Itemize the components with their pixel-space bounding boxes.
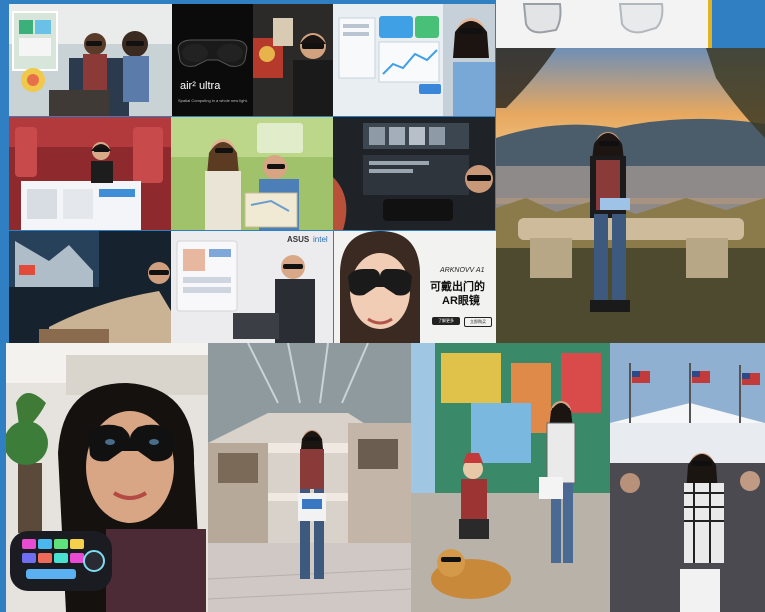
photo-glasses-product-white bbox=[496, 0, 708, 48]
photo-asus-businessman-ad: ASUS intel bbox=[171, 231, 333, 343]
air-ultra-logo: air² ultra bbox=[180, 80, 221, 92]
arknovv-primary-button: 了解更多 bbox=[432, 317, 460, 325]
photo-car-dashboard-ar bbox=[333, 117, 495, 230]
asus-brand-label: ASUS bbox=[287, 235, 310, 244]
frame-accent-yellow bbox=[708, 0, 712, 48]
arknovv-headline-2: AR眼镜 bbox=[442, 295, 480, 307]
photo-woman-mall-atrium bbox=[208, 343, 411, 612]
photo-woman-train-seats bbox=[9, 117, 171, 230]
photo-air-ultra-ad: air² ultra Spatial Computing in a whole … bbox=[172, 4, 253, 116]
photo-street-mural-dog bbox=[411, 343, 610, 612]
photo-man-in-glasses-dark-room bbox=[253, 4, 333, 116]
photo-woman-dashboard-interface bbox=[333, 4, 495, 116]
arknovv-secondary-button: 立即购买 bbox=[464, 317, 492, 327]
photo-woman-event-flags bbox=[610, 343, 765, 612]
photo-man-reclining-ar bbox=[9, 231, 171, 343]
photo-couple-with-map bbox=[171, 117, 333, 230]
arknovv-brand: ARKNOVV A1 bbox=[440, 267, 485, 274]
photo-woman-bench-sunset-lake bbox=[496, 48, 765, 343]
intel-brand-label: intel bbox=[313, 235, 328, 244]
air-ultra-tagline: Spatial Computing in a whole new light. bbox=[178, 98, 248, 103]
photo-office-glasses-man bbox=[9, 4, 172, 116]
photo-selfie-mall-keyboard bbox=[6, 343, 208, 612]
photo-arknovv-ad: ARKNOVV A1 可戴出门的 AR眼镜 了解更多 立即购买 bbox=[334, 231, 496, 343]
